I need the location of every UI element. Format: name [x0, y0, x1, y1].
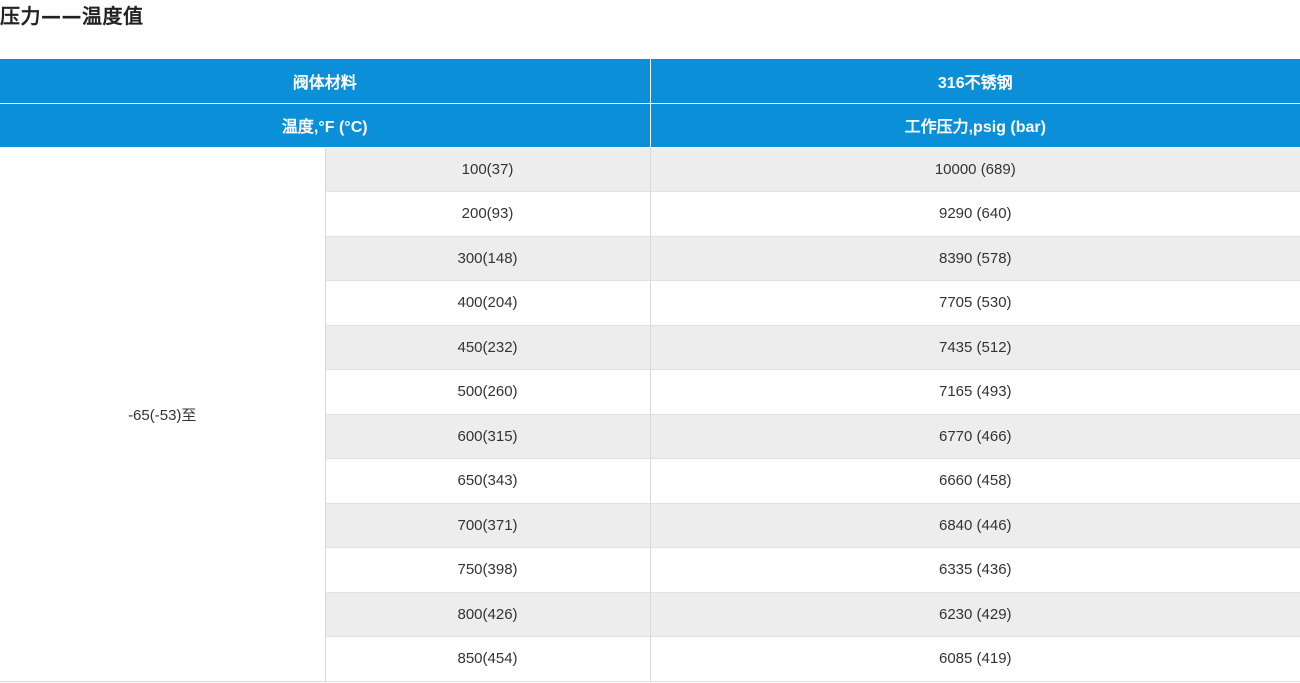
temperature-cell: 300(148): [325, 236, 651, 281]
page-title: 压力——温度值: [0, 4, 144, 28]
pressure-cell: 7435 (512): [650, 325, 1300, 370]
pressure-cell: 7165 (493): [650, 369, 1300, 415]
temperature-cell: 700(371): [325, 503, 651, 548]
header-row-material: 阀体材料 316不锈钢: [0, 59, 1300, 104]
pressure-cell: 6660 (458): [650, 458, 1300, 504]
temperature-cell: 800(426): [325, 592, 651, 637]
header-row-units: 温度,°F (°C) 工作压力,psig (bar): [0, 103, 1300, 148]
pressure-cell: 7705 (530): [650, 280, 1300, 326]
header-material-value: 316不锈钢: [650, 59, 1300, 104]
pressure-temperature-table: 阀体材料 316不锈钢 温度,°F (°C) 工作压力,psig (bar) -…: [0, 59, 1300, 682]
pressure-cell: 6770 (466): [650, 414, 1300, 459]
temperature-cell: 100(37): [325, 147, 651, 192]
pressure-cell: 6840 (446): [650, 503, 1300, 548]
table-row: -65(-53)至 100(37) 10000 (689): [0, 147, 1300, 682]
temperature-cell: 850(454): [325, 636, 651, 682]
table-body: -65(-53)至 100(37) 10000 (689) 200(93) 9290 (…: [0, 147, 1300, 682]
pressure-cell: 6085 (419): [650, 636, 1300, 682]
header-temperature-label: 温度,°F (°C): [0, 103, 651, 148]
pressure-cell: 6230 (429): [650, 592, 1300, 637]
header-pressure-label: 工作压力,psig (bar): [650, 103, 1300, 148]
temperature-cell: 650(343): [325, 458, 651, 504]
header-material-label: 阀体材料: [0, 59, 651, 104]
temperature-cell: 600(315): [325, 414, 651, 459]
pressure-cell: 9290 (640): [650, 191, 1300, 237]
temperature-cell: 500(260): [325, 369, 651, 415]
temperature-cell: 400(204): [325, 280, 651, 326]
temperature-cell: 750(398): [325, 547, 651, 593]
pressure-cell: 10000 (689): [650, 147, 1300, 192]
temperature-cell: 200(93): [325, 191, 651, 237]
temperature-range-start: -65(-53)至: [0, 147, 326, 682]
pressure-cell: 8390 (578): [650, 236, 1300, 281]
pressure-cell: 6335 (436): [650, 547, 1300, 593]
temperature-cell: 450(232): [325, 325, 651, 370]
